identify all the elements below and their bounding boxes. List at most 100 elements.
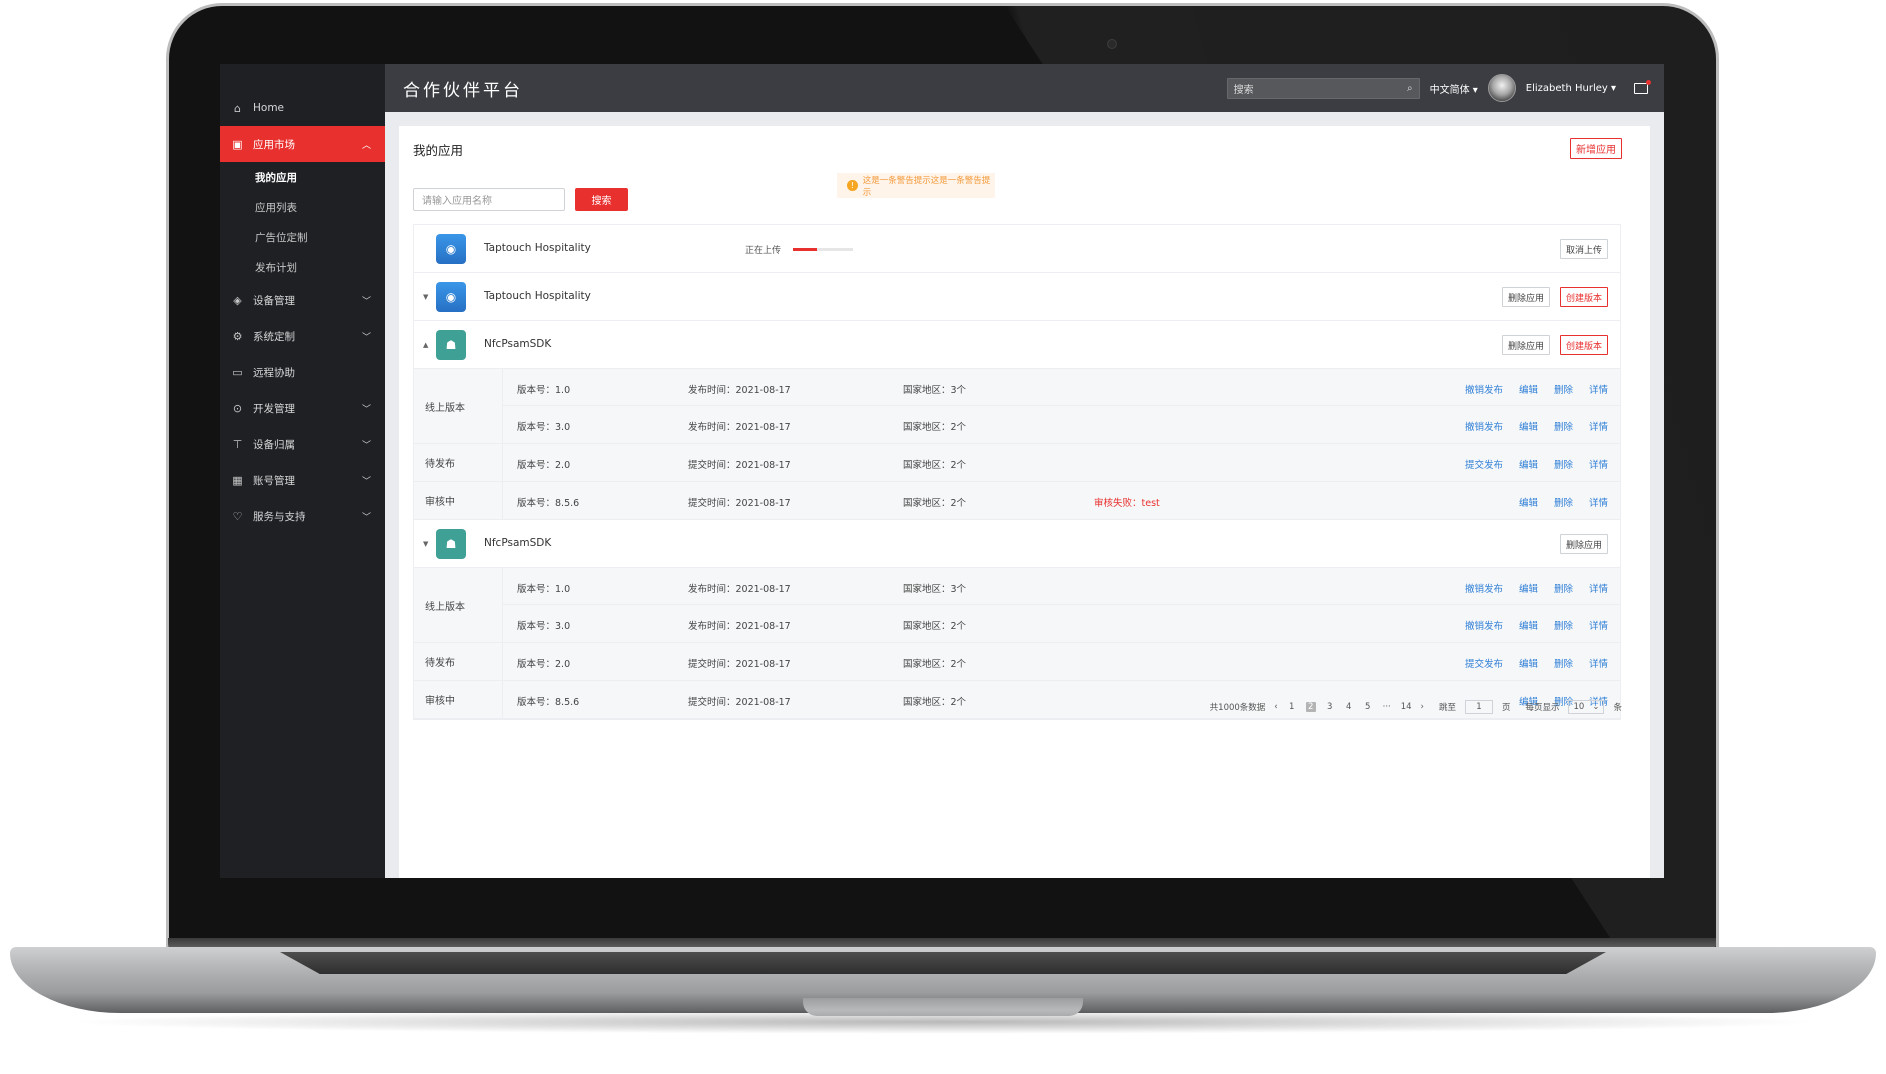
pagination: 共1000条数据 ‹ 1 2 3 4 5 ··· 14 › 跳至 1 页 每页显… bbox=[1210, 700, 1622, 714]
settings-icon: ⚙ bbox=[232, 329, 243, 343]
version-number: 版本号：8.5.6 bbox=[517, 498, 580, 509]
create-version-button[interactable]: 创建版本 bbox=[1559, 287, 1608, 307]
chevron-up-icon: ︿ bbox=[361, 141, 371, 151]
caret-down-icon[interactable]: ▼ bbox=[423, 293, 428, 301]
sidebar-subitem-ad-slot[interactable]: 广告位定制 bbox=[220, 222, 385, 252]
review-fail-reason: 审核失败：test bbox=[1094, 498, 1160, 509]
header-search-input[interactable]: 搜索 ⌕ bbox=[1226, 77, 1420, 99]
sidebar-item-device-ownership[interactable]: ⊤ 设备归属 ﹀ bbox=[220, 426, 385, 462]
per-page-label: 每页显示 bbox=[1525, 703, 1560, 713]
sidebar-item-label: 设备归属 bbox=[253, 438, 295, 451]
mail-icon[interactable] bbox=[1634, 79, 1651, 94]
per-page-select[interactable]: 10 ⌄ bbox=[1568, 700, 1605, 714]
edit-link[interactable]: 编辑 bbox=[1519, 495, 1538, 509]
submit-link[interactable]: 提交发布 bbox=[1465, 457, 1503, 471]
delete-app-button[interactable]: 删除应用 bbox=[1559, 534, 1608, 554]
detail-link[interactable]: 详情 bbox=[1589, 618, 1608, 632]
sidebar-item-support[interactable]: ♡ 服务与支持 ﹀ bbox=[220, 498, 385, 534]
submit-time: 提交时间：2021-08-17 bbox=[688, 659, 791, 670]
sidebar-item-system-custom[interactable]: ⚙ 系统定制 ﹀ bbox=[220, 318, 385, 354]
delete-app-button[interactable]: 删除应用 bbox=[1501, 287, 1550, 307]
delete-link[interactable]: 删除 bbox=[1554, 656, 1573, 670]
language-select[interactable]: 中文简体 ▾ bbox=[1430, 81, 1478, 96]
group-label: 审核中 bbox=[414, 681, 503, 718]
add-app-button[interactable]: 新增应用 bbox=[1570, 138, 1622, 159]
table-row: 版本号：3.0 发布时间：2021-08-17 国家地区：2个 撤销发布 编辑 … bbox=[503, 406, 1620, 443]
detail-link[interactable]: 详情 bbox=[1589, 457, 1608, 471]
goto-page-input[interactable]: 1 bbox=[1464, 700, 1493, 714]
version-number: 版本号：8.5.6 bbox=[517, 697, 580, 708]
revoke-link[interactable]: 撤销发布 bbox=[1465, 419, 1503, 433]
detail-link[interactable]: 详情 bbox=[1589, 495, 1608, 509]
detail-link[interactable]: 详情 bbox=[1589, 419, 1608, 433]
edit-link[interactable]: 编辑 bbox=[1519, 581, 1538, 595]
sidebar-item-device-management[interactable]: ◈ 设备管理 ﹀ bbox=[220, 282, 385, 318]
sidebar-item-account-management[interactable]: ▦ 账号管理 ﹀ bbox=[220, 462, 385, 498]
upload-progress-bar bbox=[793, 248, 854, 251]
account-icon: ▦ bbox=[232, 473, 243, 487]
delete-link[interactable]: 删除 bbox=[1554, 495, 1573, 509]
search-icon[interactable]: ⌕ bbox=[1407, 83, 1413, 94]
version-table: 线上版本 版本号：1.0 发布时间：2021-08-17 国家地区：3个 撤销发… bbox=[414, 369, 1620, 520]
page-number[interactable]: 14 bbox=[1401, 702, 1412, 712]
delete-link[interactable]: 删除 bbox=[1554, 457, 1573, 471]
sidebar-subitem-app-list[interactable]: 应用列表 bbox=[220, 192, 385, 222]
sidebar-item-home[interactable]: ⌂ Home bbox=[220, 90, 385, 126]
edit-link[interactable]: 编辑 bbox=[1519, 618, 1538, 632]
table-row: 版本号：2.0 提交时间：2021-08-17 国家地区：2个 提交发布 编辑 … bbox=[503, 643, 1620, 680]
version-group-pending: 待发布 版本号：2.0 提交时间：2021-08-17 国家地区：2个 提交发布… bbox=[414, 643, 1620, 681]
sidebar-item-dev-management[interactable]: ⊙ 开发管理 ﹀ bbox=[220, 390, 385, 426]
dev-icon: ⊙ bbox=[232, 401, 243, 415]
sidebar-item-app-market[interactable]: ▣ 应用市场 ︿ bbox=[220, 126, 385, 162]
edit-link[interactable]: 编辑 bbox=[1519, 457, 1538, 471]
publish-time: 发布时间：2021-08-17 bbox=[688, 422, 791, 433]
laptop-keyboard-edge bbox=[280, 952, 1606, 974]
revoke-link[interactable]: 撤销发布 bbox=[1465, 382, 1503, 396]
detail-link[interactable]: 详情 bbox=[1589, 656, 1608, 670]
submit-link[interactable]: 提交发布 bbox=[1465, 656, 1503, 670]
avatar[interactable] bbox=[1487, 74, 1516, 102]
sidebar-item-label: 设备管理 bbox=[253, 294, 295, 307]
revoke-link[interactable]: 撤销发布 bbox=[1465, 581, 1503, 595]
page-number-active[interactable]: 2 bbox=[1305, 702, 1316, 712]
detail-link[interactable]: 详情 bbox=[1589, 581, 1608, 595]
page-ellipsis[interactable]: ··· bbox=[1382, 702, 1392, 712]
caret-up-icon[interactable]: ▲ bbox=[423, 341, 428, 349]
revoke-link[interactable]: 撤销发布 bbox=[1465, 618, 1503, 632]
version-number: 版本号：2.0 bbox=[517, 659, 571, 670]
page-number[interactable]: 5 bbox=[1363, 702, 1373, 712]
wifi-analyzer-app-icon: ◉ bbox=[436, 282, 466, 312]
caret-down-icon[interactable]: ▼ bbox=[423, 540, 428, 548]
monitor-icon: ▭ bbox=[232, 365, 243, 379]
user-menu[interactable]: Elizabeth Hurley ▾ bbox=[1526, 83, 1616, 94]
prev-page-icon[interactable]: ‹ bbox=[1274, 702, 1277, 712]
cancel-upload-button[interactable]: 取消上传 bbox=[1559, 239, 1608, 259]
sidebar-subitem-my-apps[interactable]: 我的应用 bbox=[220, 162, 385, 192]
search-button[interactable]: 搜索 bbox=[575, 188, 628, 211]
delete-link[interactable]: 删除 bbox=[1554, 581, 1573, 595]
publish-time: 发布时间：2021-08-17 bbox=[688, 385, 791, 396]
delete-link[interactable]: 删除 bbox=[1554, 382, 1573, 396]
delete-link[interactable]: 删除 bbox=[1554, 419, 1573, 433]
page-number[interactable]: 4 bbox=[1344, 702, 1354, 712]
support-icon: ♡ bbox=[232, 509, 243, 523]
delete-app-button[interactable]: 删除应用 bbox=[1501, 335, 1550, 355]
version-table: 线上版本 版本号：1.0 发布时间：2021-08-17 国家地区：3个 撤销发… bbox=[414, 568, 1620, 719]
next-page-icon[interactable]: › bbox=[1421, 702, 1424, 712]
edit-link[interactable]: 编辑 bbox=[1519, 656, 1538, 670]
store-icon: ▣ bbox=[232, 137, 243, 151]
page-number[interactable]: 1 bbox=[1287, 702, 1297, 712]
app-name-input[interactable]: 请输入应用名称 bbox=[413, 188, 565, 211]
sidebar-subitem-release-plan[interactable]: 发布计划 bbox=[220, 252, 385, 282]
edit-link[interactable]: 编辑 bbox=[1519, 419, 1538, 433]
chevron-down-icon: ﹀ bbox=[361, 333, 371, 343]
sidebar-item-remote-assist[interactable]: ▭ 远程协助 bbox=[220, 354, 385, 390]
terminal-icon: ⊤ bbox=[232, 437, 243, 451]
delete-link[interactable]: 删除 bbox=[1554, 618, 1573, 632]
edit-link[interactable]: 编辑 bbox=[1519, 382, 1538, 396]
create-version-button[interactable]: 创建版本 bbox=[1559, 335, 1608, 355]
detail-link[interactable]: 详情 bbox=[1589, 382, 1608, 396]
layers-icon: ◈ bbox=[233, 293, 242, 307]
region-count: 国家地区：2个 bbox=[903, 460, 967, 471]
page-number[interactable]: 3 bbox=[1325, 702, 1335, 712]
